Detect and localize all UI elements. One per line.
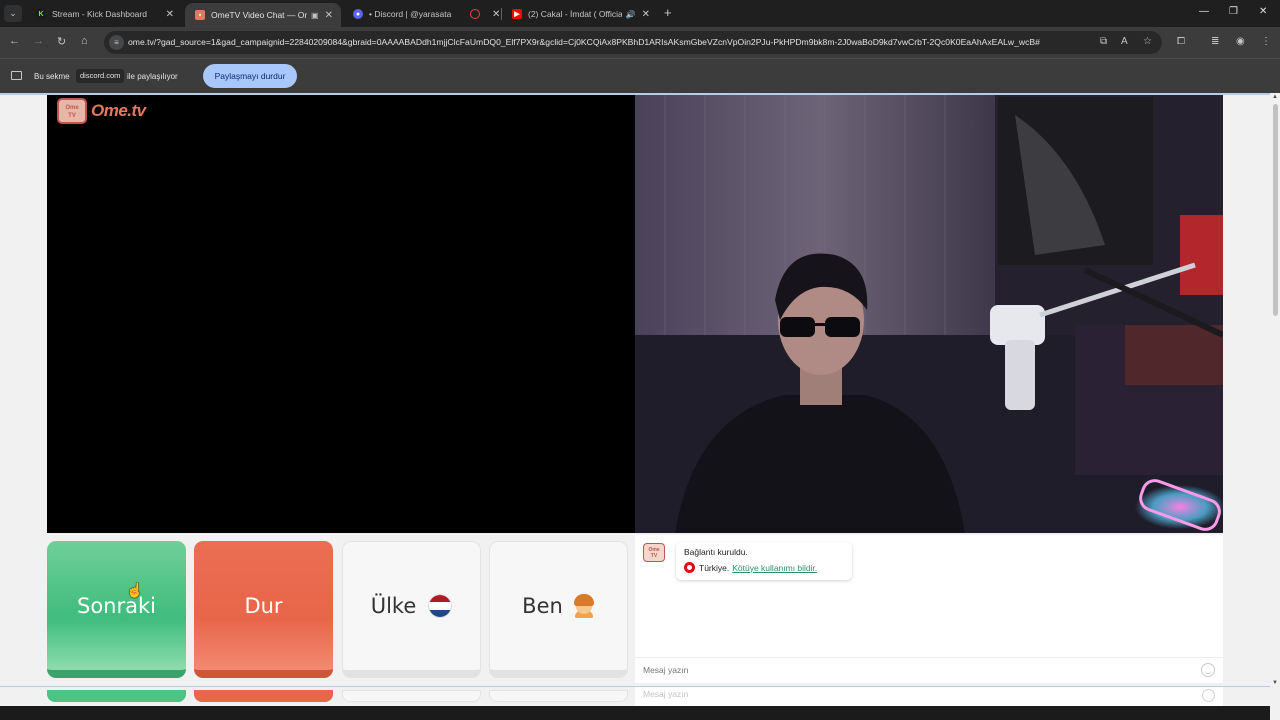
new-tab-plus-icon[interactable]: + <box>664 5 672 20</box>
local-video <box>635 95 1223 533</box>
bottom-band <box>0 706 1270 720</box>
home-icon[interactable]: ⌂ <box>81 35 88 47</box>
me-button-echo <box>489 690 628 702</box>
tab-title: Stream - Kick Dashboard <box>52 9 147 19</box>
screen-share-icon <box>11 71 22 80</box>
connection-status: Bağlantı kuruldu. <box>684 547 748 557</box>
scroll-up-arrow-icon[interactable]: ▲ <box>1272 94 1278 100</box>
chat-panel: Ome TV Bağlantı kuruldu. Türkiye. Kötüye … <box>635 535 1223 683</box>
back-arrow-icon[interactable]: ← <box>9 35 20 47</box>
discord-icon: ● <box>353 9 363 19</box>
scrollbar-thumb[interactable] <box>1273 104 1278 316</box>
tab-ometv[interactable]: ▪ OmeTV Video Chat — Ome ▣ ✕ <box>185 3 341 27</box>
screenshot-icon[interactable]: ⧉ <box>1100 36 1107 47</box>
screen-share-icon: ▣ <box>311 10 319 20</box>
country-button-echo <box>342 690 481 702</box>
reload-icon[interactable]: ↻ <box>57 35 66 48</box>
stop-sharing-button[interactable]: Paylaşmayı durdur <box>203 64 297 88</box>
site-info-icon[interactable]: ≡ <box>109 35 124 50</box>
mouse-cursor-icon: ☝ <box>126 582 144 598</box>
report-abuse-link[interactable]: Kötüye kullanımı bildir. <box>732 563 817 573</box>
window-close-icon[interactable]: ✕ <box>1259 6 1267 17</box>
remote-video <box>47 95 635 533</box>
tv-logo-icon: Ome TV <box>643 543 665 562</box>
me-label: Ben <box>522 594 563 618</box>
ometv-icon: ▪ <box>195 10 205 20</box>
kick-icon: K <box>36 9 46 19</box>
media-control-icon[interactable]: ≣ <box>1211 36 1219 47</box>
partner-country-row: Türkiye. Kötüye kullanımı bildir. <box>684 562 817 573</box>
stop-label: Dur <box>244 593 283 618</box>
country-button[interactable]: Ülke <box>342 541 481 678</box>
youtube-icon: ▶ <box>512 9 522 19</box>
tab-search-chevron-icon[interactable]: ⌄ <box>4 5 22 22</box>
sharing-domain: discord.com <box>76 69 125 83</box>
minimize-icon[interactable]: — <box>1199 6 1209 17</box>
browser-toolbar: ← → ↻ ⌂ ≡ ome.tv/?gad_source=1&gad_campa… <box>0 27 1280 58</box>
next-label: Sonraki <box>77 593 156 618</box>
translate-icon[interactable]: A <box>1121 36 1128 47</box>
tab-record[interactable]: ✕ <box>460 3 500 25</box>
message-row <box>635 657 1223 683</box>
webcam-image <box>635 95 1223 533</box>
country-label: Ülke <box>370 594 417 618</box>
next-button[interactable]: Sonraki <box>47 541 186 678</box>
close-icon[interactable]: ✕ <box>325 10 333 21</box>
ometv-logo[interactable]: Ome TV Ome.tv <box>57 98 146 124</box>
ometv-page: Ome TV Ome.tv Sonraki Dur Ülke Ben ☝ Ome T… <box>0 93 1270 720</box>
tab-title: OmeTV Video Chat — Ome <box>211 10 308 20</box>
turkey-flag-icon <box>684 562 695 573</box>
partner-country: Türkiye. <box>699 562 730 573</box>
extensions-puzzle-icon[interactable]: ⧠ <box>1177 36 1185 47</box>
kebab-menu-icon[interactable]: ⋮ <box>1261 36 1271 47</box>
speaker-icon[interactable]: 🔊 <box>626 10 636 19</box>
close-icon[interactable]: ✕ <box>492 9 500 20</box>
message-input[interactable] <box>643 665 754 675</box>
profile-avatar-icon[interactable]: ◉ <box>1236 36 1245 47</box>
emoji-smile-icon <box>1202 689 1215 702</box>
next-button-echo <box>47 690 186 702</box>
scroll-down-arrow-icon[interactable]: ▼ <box>1272 680 1278 686</box>
tab-kick[interactable]: K Stream - Kick Dashboard ✕ <box>26 3 182 25</box>
emoji-smile-icon[interactable] <box>1201 663 1215 677</box>
close-icon[interactable]: ✕ <box>166 9 174 20</box>
tv-logo-icon: Ome TV <box>57 98 87 124</box>
tab-sharing-bar: Bu sekme discord.com ile paylaşılıyor Pa… <box>0 58 1280 93</box>
bookmark-star-icon[interactable]: ☆ <box>1143 36 1152 47</box>
sharing-text: Bu sekme <box>34 72 70 81</box>
forward-arrow-icon[interactable]: → <box>33 35 44 47</box>
sharing-text: ile paylaşılıyor <box>127 72 178 81</box>
close-icon[interactable]: ✕ <box>642 9 650 20</box>
address-bar[interactable]: ≡ ome.tv/?gad_source=1&gad_campaignid=22… <box>104 31 1162 54</box>
system-message: Bağlantı kuruldu. Türkiye. Kötüye kullan… <box>676 542 852 580</box>
tab-youtube[interactable]: ▶ (2) Cakal - İmdat ( Official N 🔊 ✕ <box>502 3 658 25</box>
message-placeholder-echo: Mesaj yazın <box>643 689 689 699</box>
boy-avatar-icon <box>573 594 595 618</box>
stop-button[interactable]: Dur <box>194 541 333 678</box>
restore-icon[interactable]: ❐ <box>1229 6 1238 17</box>
logo-text: Ome.tv <box>91 101 146 120</box>
netherlands-flag-icon <box>428 594 453 618</box>
tab-title: (2) Cakal - İmdat ( Official N <box>528 9 622 19</box>
url-text[interactable]: ome.tv/?gad_source=1&gad_campaignid=2284… <box>128 37 1088 47</box>
me-button[interactable]: Ben <box>489 541 628 678</box>
stop-button-echo <box>194 690 333 702</box>
tab-strip: ⌄ K Stream - Kick Dashboard ✕ ▪ OmeTV Vi… <box>0 0 1280 27</box>
record-icon <box>470 9 480 19</box>
